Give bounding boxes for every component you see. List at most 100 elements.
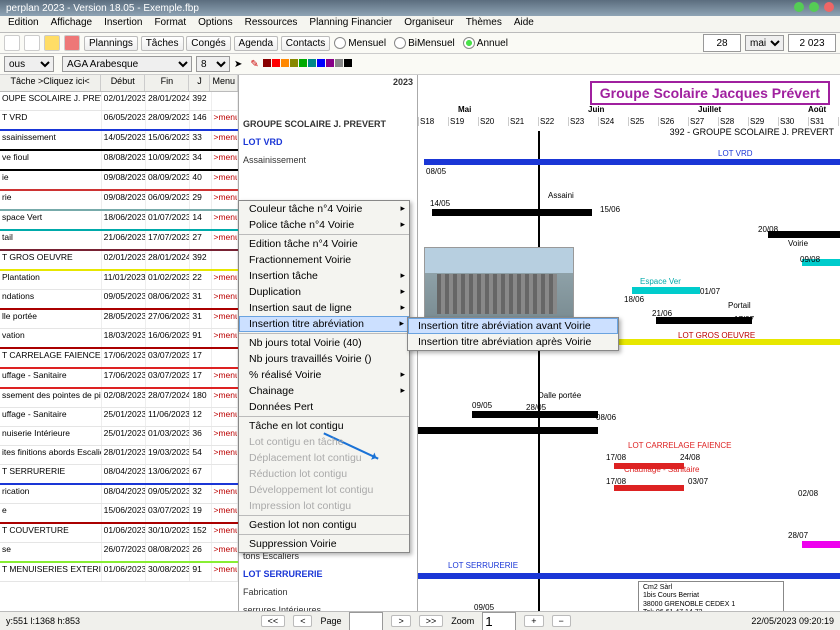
- ctx-item[interactable]: Police tâche n°4 Voirie: [239, 217, 409, 233]
- btn-agenda[interactable]: Agenda: [234, 36, 278, 51]
- col-menu[interactable]: Menu: [210, 75, 238, 91]
- gantt-bar[interactable]: [418, 427, 598, 434]
- table-row[interactable]: T MENUISERIES EXTERIEURES01/06/202330/08…: [0, 563, 238, 582]
- ctx-item[interactable]: Suppression Voirie: [239, 534, 409, 552]
- table-row[interactable]: rie09/08/202306/09/202329>menu<: [0, 191, 238, 210]
- menu-affichage[interactable]: Affichage: [45, 16, 99, 29]
- menu-thèmes[interactable]: Thèmes: [460, 16, 508, 29]
- save-icon[interactable]: [24, 35, 40, 51]
- gantt-bar[interactable]: [432, 209, 592, 216]
- menu-ressources[interactable]: Ressources: [239, 16, 304, 29]
- zoom-in[interactable]: +: [524, 615, 543, 627]
- table-row[interactable]: nuiserie Intérieure25/01/202301/03/20233…: [0, 427, 238, 446]
- ctx-item[interactable]: Nb jours total Voirie (40): [239, 333, 409, 351]
- ctx-item[interactable]: Insertion titre abréviation: [239, 316, 409, 332]
- ctx-sub-item[interactable]: Insertion titre abréviation après Voirie: [408, 334, 618, 350]
- window-controls[interactable]: [792, 2, 834, 15]
- gantt-bar[interactable]: [802, 541, 840, 548]
- table-row[interactable]: space Vert18/06/202301/07/202314>menu<: [0, 211, 238, 230]
- color-palette[interactable]: [263, 59, 353, 70]
- maximize-icon[interactable]: [809, 2, 819, 12]
- table-row[interactable]: ssainissement14/05/202315/06/202333>menu…: [0, 131, 238, 150]
- btn-plannings[interactable]: Plannings: [84, 36, 138, 51]
- menu-edition[interactable]: Edition: [2, 16, 45, 29]
- date-year-input[interactable]: [788, 34, 836, 52]
- table-row[interactable]: ites finitions abords Escaliers28/01/202…: [0, 446, 238, 465]
- zoom-input[interactable]: [482, 612, 516, 630]
- info-icon[interactable]: [44, 35, 60, 51]
- gantt-bar[interactable]: [472, 411, 598, 418]
- table-row[interactable]: ie09/08/202308/09/202340>menu<: [0, 171, 238, 190]
- col-task[interactable]: Tâche >Cliquez ici<: [0, 75, 101, 91]
- col-end[interactable]: Fin: [145, 75, 189, 91]
- table-row[interactable]: ve fioul08/08/202310/09/202334>menu<: [0, 151, 238, 170]
- gantt-chart[interactable]: Groupe Scolaire Jacques Prévert MaiJuinJ…: [418, 75, 840, 630]
- table-row[interactable]: ssement des pointes de pignons02/08/2023…: [0, 389, 238, 408]
- ctx-item[interactable]: Couleur tâche n°4 Voirie: [239, 201, 409, 217]
- ctx-item[interactable]: Données Pert: [239, 399, 409, 415]
- menu-format[interactable]: Format: [148, 16, 192, 29]
- context-submenu[interactable]: Insertion titre abréviation avant Voirie…: [407, 317, 619, 351]
- date-month-select[interactable]: mai: [745, 35, 784, 51]
- ctx-item[interactable]: Chainage: [239, 383, 409, 399]
- menu-aide[interactable]: Aide: [508, 16, 540, 29]
- ctx-sub-item[interactable]: Insertion titre abréviation avant Voirie: [408, 318, 618, 334]
- gantt-bar[interactable]: [418, 573, 840, 579]
- gantt-bar[interactable]: [768, 231, 840, 238]
- page-next-fast[interactable]: >>: [419, 615, 444, 627]
- btn-contacts[interactable]: Contacts: [281, 36, 330, 51]
- color-icon[interactable]: ✎: [250, 59, 258, 70]
- table-row[interactable]: se26/07/202308/08/202326>menu<: [0, 543, 238, 562]
- ctx-item[interactable]: Insertion tâche: [239, 268, 409, 284]
- table-row[interactable]: lle portée28/05/202327/06/202331>menu<: [0, 310, 238, 329]
- ctx-item[interactable]: Nb jours travaillés Voirie (): [239, 351, 409, 367]
- ctx-item[interactable]: % réalisé Voirie: [239, 367, 409, 383]
- ctx-item[interactable]: Gestion lot non contigu: [239, 515, 409, 533]
- table-row[interactable]: T SERRURERIE08/04/202313/06/202367: [0, 465, 238, 484]
- context-menu[interactable]: Couleur tâche n°4 VoiriePolice tâche n°4…: [238, 200, 410, 553]
- menu-insertion[interactable]: Insertion: [98, 16, 148, 29]
- ctx-item[interactable]: Edition tâche n°4 Voirie: [239, 234, 409, 252]
- bold-icon[interactable]: ➤: [234, 59, 242, 70]
- font-size-select[interactable]: 8: [196, 56, 230, 72]
- ctx-item[interactable]: Insertion saut de ligne: [239, 300, 409, 316]
- page-next[interactable]: >: [391, 615, 410, 627]
- gantt-bar[interactable]: [632, 287, 700, 294]
- period-bimensuel[interactable]: BiMensuel: [394, 37, 455, 49]
- period-mensuel[interactable]: Mensuel: [334, 37, 386, 49]
- new-icon[interactable]: [4, 35, 20, 51]
- col-days[interactable]: J: [189, 75, 210, 91]
- date-day-input[interactable]: [703, 34, 741, 52]
- page-input[interactable]: [349, 612, 383, 630]
- menu-organiseur[interactable]: Organiseur: [398, 16, 459, 29]
- ctx-item[interactable]: Tâche en lot contigu: [239, 416, 409, 434]
- page-prev[interactable]: <: [293, 615, 312, 627]
- table-row[interactable]: tail21/06/202317/07/202327>menu<: [0, 231, 238, 250]
- table-row[interactable]: Plantation11/01/202301/02/202322>menu<: [0, 271, 238, 290]
- close-icon[interactable]: [824, 2, 834, 12]
- help-icon[interactable]: [64, 35, 80, 51]
- table-row[interactable]: rication08/04/202309/05/202332>menu<: [0, 485, 238, 504]
- table-row[interactable]: uffage - Sanitaire25/01/202311/06/202312…: [0, 408, 238, 427]
- filter-select[interactable]: ous: [4, 56, 54, 72]
- table-row[interactable]: T VRD06/05/202328/09/2023146>menu<: [0, 111, 238, 130]
- font-select[interactable]: AGA Arabesque: [62, 56, 192, 72]
- table-row[interactable]: OUPE SCOLAIRE J. PREVERT02/01/202328/01/…: [0, 92, 238, 111]
- table-row[interactable]: vation18/03/202316/06/202391>menu<: [0, 329, 238, 348]
- period-annuel[interactable]: Annuel: [463, 37, 508, 49]
- table-row[interactable]: T COUVERTURE01/06/202330/10/2023152>menu…: [0, 524, 238, 543]
- zoom-out[interactable]: −: [552, 615, 571, 627]
- menu-planning financier[interactable]: Planning Financier: [303, 16, 398, 29]
- minimize-icon[interactable]: [794, 2, 804, 12]
- ctx-item[interactable]: Fractionnement Voirie: [239, 252, 409, 268]
- table-row[interactable]: e15/06/202303/07/202319>menu<: [0, 504, 238, 523]
- table-row[interactable]: uffage - Sanitaire17/06/202303/07/202317…: [0, 369, 238, 388]
- page-prev-fast[interactable]: <<: [261, 615, 286, 627]
- table-row[interactable]: T CARRELAGE FAIENCE17/06/202303/07/20231…: [0, 349, 238, 368]
- table-row[interactable]: ndations09/05/202308/06/202331>menu<: [0, 290, 238, 309]
- btn-tâches[interactable]: Tâches: [141, 36, 184, 51]
- ctx-item[interactable]: Duplication: [239, 284, 409, 300]
- btn-congés[interactable]: Congés: [186, 36, 230, 51]
- gantt-bar[interactable]: [424, 159, 840, 165]
- col-start[interactable]: Début: [101, 75, 145, 91]
